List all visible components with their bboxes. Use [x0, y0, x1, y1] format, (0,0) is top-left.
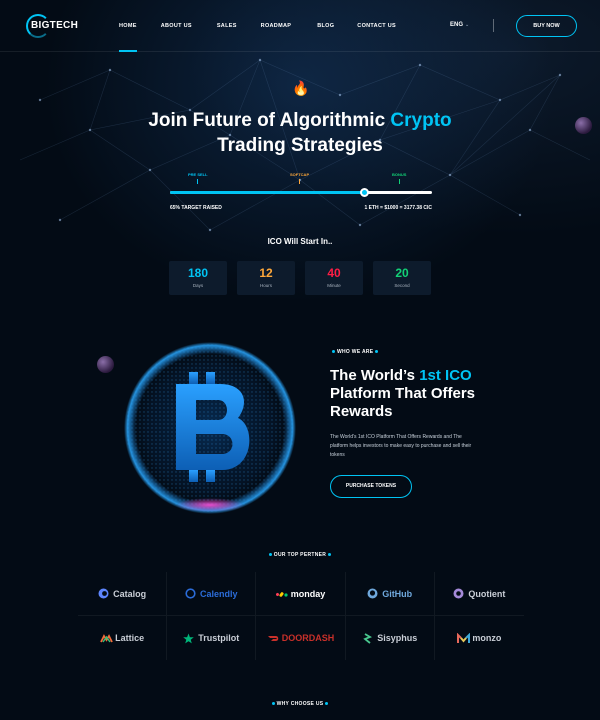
- target-raised-text: 65% TARGET RAISED: [170, 205, 222, 211]
- monday-icon: [275, 588, 288, 599]
- about-title-part2: Platform That Offers Rewards: [330, 385, 476, 420]
- stage-bonus: BONUS: [392, 172, 406, 184]
- language-selector[interactable]: ENG ⌄: [450, 22, 469, 28]
- partner-name: monday: [290, 588, 326, 599]
- star-icon: [183, 633, 195, 644]
- ico-progress: PRE SELL SOFTCAP BONUS 65% TARGET RAISED…: [170, 172, 432, 222]
- why-choose-us-label: WHY CHOOSE US: [276, 701, 324, 707]
- bitcoin-icon: [124, 342, 296, 514]
- countdown-value: 12: [259, 266, 273, 280]
- about-title-accent: 1st ICO: [419, 367, 472, 384]
- partner-logo-monday[interactable]: monday: [256, 572, 346, 616]
- partner-logo-grid: Catalog Calendly monday GitHub Quotient Latti…: [78, 572, 524, 660]
- catalog-icon: [98, 588, 109, 599]
- partner-logo-doordash[interactable]: DOORDASH: [256, 616, 346, 660]
- countdown-value: 180: [187, 266, 209, 280]
- partner-name: DOORDASH: [281, 633, 335, 643]
- countdown-heading: ICO Will Start In..: [267, 237, 333, 246]
- countdown-box: 180 Days: [169, 261, 227, 295]
- about-title-part1: The World’s: [330, 367, 420, 384]
- countdown-timer: 180 Days 12 Hours 40 Minute 20 Second: [169, 261, 431, 295]
- why-choose-us-tag: WHY CHOOSE US: [220, 701, 380, 707]
- stage-bonus-label: BONUS: [392, 172, 407, 177]
- partner-logo-lattice[interactable]: Lattice: [78, 616, 168, 660]
- partner-logo-github[interactable]: GitHub: [345, 572, 435, 616]
- hero-title-accent: Crypto: [390, 110, 452, 131]
- progress-track: [170, 188, 432, 197]
- site-header: BIGTECH HOME ABOUT US SALES ROADMAP BLOG…: [0, 0, 600, 52]
- monzo-icon: [457, 632, 471, 644]
- buy-now-button[interactable]: BUY NOW: [516, 15, 577, 37]
- calendly-icon: [185, 588, 196, 599]
- partner-logo-trustpilot[interactable]: Trustpilot: [167, 616, 257, 660]
- purchase-tokens-button[interactable]: PURCHASE TOKENS: [330, 475, 412, 498]
- partner-name: Sisyphus: [377, 633, 418, 643]
- partner-logo-calendly[interactable]: Calendly: [167, 572, 257, 616]
- stage-presell-label: PRE SELL: [188, 172, 208, 177]
- nav-home[interactable]: HOME: [119, 0, 137, 52]
- partner-tag-label: OUR TOP PERTNER: [273, 552, 327, 558]
- who-we-are-tag: WHO WE ARE: [330, 349, 380, 355]
- github-icon: [367, 588, 378, 599]
- main-nav: HOME ABOUT US SALES ROADMAP BLOG CONTACT…: [119, 0, 396, 52]
- bitcoin-sphere-illustration: [110, 330, 310, 530]
- lattice-icon: [100, 633, 113, 644]
- header-divider: [493, 19, 494, 32]
- nav-contact-us[interactable]: CONTACT US: [357, 0, 396, 52]
- hero-title-part2: Trading Strategies: [217, 135, 383, 156]
- partner-name: Lattice: [115, 633, 145, 643]
- decorative-orb: [575, 117, 592, 134]
- hero-title: Join Future of Algorithmic Crypto Tradin…: [100, 108, 500, 158]
- countdown-label: Hours: [259, 283, 272, 288]
- partner-logo-quotient[interactable]: Quotient: [434, 572, 524, 616]
- partner-logo-sisyphus[interactable]: Sisyphus: [346, 616, 435, 660]
- hero-title-part1: Join Future of Algorithmic: [148, 110, 391, 131]
- logo-text: BIGTECH: [31, 20, 79, 31]
- logo[interactable]: BIGTECH: [26, 13, 78, 39]
- fire-icon: 🔥: [292, 80, 310, 96]
- countdown-box: 40 Minute: [305, 261, 363, 295]
- who-we-are-tag-label: WHO WE ARE: [337, 349, 374, 355]
- countdown-box: 20 Second: [373, 261, 431, 295]
- nav-blog[interactable]: BLOG: [317, 0, 334, 52]
- chevron-down-icon: ⌄: [465, 22, 470, 28]
- countdown-box: 12 Hours: [237, 261, 295, 295]
- nav-about-us[interactable]: ABOUT US: [161, 0, 192, 52]
- progress-fill: [170, 191, 364, 194]
- countdown-value: 40: [327, 266, 341, 280]
- nav-roadmap[interactable]: ROADMAP: [261, 0, 292, 52]
- nav-sales[interactable]: SALES: [217, 0, 237, 52]
- partner-name: monzo: [472, 633, 502, 643]
- partner-name: Quotient: [468, 588, 506, 599]
- progress-knob: [359, 188, 369, 197]
- stage-softcap-label: SOFTCAP: [290, 172, 310, 177]
- about-title: The World’s 1st ICO Platform That Offers…: [330, 367, 530, 421]
- partner-tag: OUR TOP PERTNER: [220, 552, 380, 558]
- partner-name: Calendly: [200, 588, 238, 599]
- partner-name: GitHub: [382, 588, 413, 599]
- exchange-rate-text: 1 ETH = $1000 = 3177.38 CIC: [364, 205, 432, 211]
- partner-logo-monzo[interactable]: monzo: [435, 616, 524, 660]
- countdown-label: Second: [394, 283, 410, 288]
- sisyphus-icon: [362, 632, 373, 644]
- countdown-label: Days: [192, 283, 204, 288]
- countdown-value: 20: [395, 266, 409, 280]
- quotient-icon: [453, 588, 464, 599]
- partner-logo-catalog[interactable]: Catalog: [78, 572, 168, 616]
- partner-name: Trustpilot: [198, 633, 240, 643]
- doordash-icon: [267, 633, 278, 644]
- countdown-label: Minute: [327, 283, 341, 288]
- stage-presell: PRE SELL: [188, 172, 208, 184]
- stage-softcap: SOFTCAP: [290, 172, 309, 184]
- language-label: ENG: [450, 22, 464, 28]
- partner-name: Catalog: [113, 588, 147, 599]
- about-description: The World’s 1st ICO Platform That Offers…: [330, 434, 472, 458]
